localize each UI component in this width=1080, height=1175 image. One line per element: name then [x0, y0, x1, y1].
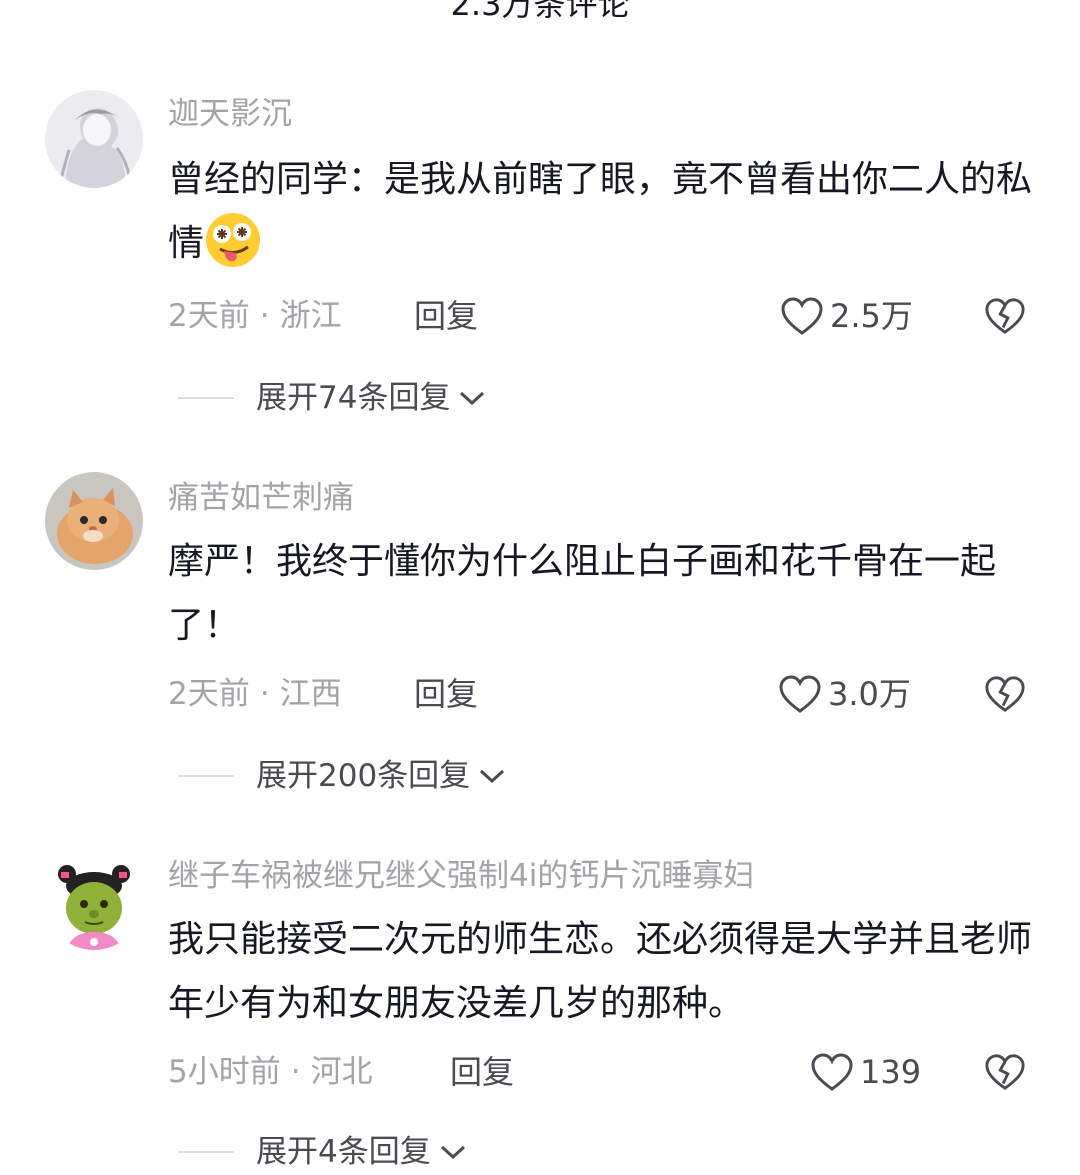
- expand-replies-button[interactable]: 展开200条回复: [178, 756, 506, 796]
- reply-button[interactable]: 回复: [414, 296, 478, 336]
- expand-replies-label: 展开74条回复: [256, 380, 451, 416]
- broken-heart-icon[interactable]: [984, 295, 1026, 337]
- comment-time: 5小时前: [168, 1054, 281, 1090]
- expand-replies-button[interactable]: 展开74条回复: [178, 378, 486, 418]
- broken-heart-icon[interactable]: [984, 1051, 1026, 1093]
- divider-line: [178, 775, 234, 777]
- reply-button[interactable]: 回复: [414, 674, 478, 714]
- like-count: 139: [860, 1053, 922, 1091]
- avatar[interactable]: [45, 472, 143, 570]
- comment-username[interactable]: 迦天影沉: [168, 94, 292, 134]
- comment-text: 曾经的同学：是我从前瞎了眼，竟不曾看出你二人的私情: [168, 148, 1048, 276]
- divider-line: [178, 397, 234, 399]
- comments-count-title: 2.3万条评论: [450, 0, 630, 23]
- comment-location: 浙江: [279, 298, 342, 334]
- comment-text: 摩严！我终于懂你为什么阻止白子画和花千骨在一起了！: [168, 541, 997, 646]
- dizzy-tongue-emoji-icon: [206, 213, 261, 267]
- like-button[interactable]: 2.5万: [780, 296, 913, 336]
- comment-meta: 5小时前 · 河北: [168, 1054, 373, 1090]
- like-button[interactable]: 139: [810, 1052, 921, 1092]
- like-count: 3.0万: [828, 675, 911, 713]
- heart-outline-icon: [781, 297, 823, 335]
- avatar[interactable]: [45, 852, 143, 950]
- comment-meta: 2天前 · 浙江: [168, 298, 342, 334]
- comment-time: 2天前: [168, 676, 250, 712]
- comment-time: 2天前: [168, 298, 250, 334]
- divider-line: [178, 1151, 234, 1153]
- reply-button[interactable]: 回复: [450, 1052, 514, 1092]
- like-count: 2.5万: [830, 297, 913, 335]
- avatar[interactable]: [45, 90, 143, 188]
- heart-outline-icon: [779, 675, 821, 713]
- comment-meta: 2天前 · 江西: [168, 676, 342, 712]
- comment-username[interactable]: 痛苦如芒刺痛: [168, 478, 354, 518]
- comment-location: 河北: [310, 1054, 373, 1090]
- expand-replies-button[interactable]: 展开4条回复: [178, 1132, 467, 1172]
- comment-username[interactable]: 继子车祸被继兄继父强制4i的钙片沉睡寡妇: [168, 856, 754, 896]
- chevron-down-icon: [480, 769, 505, 784]
- chevron-down-icon: [440, 1145, 465, 1160]
- expand-replies-label: 展开200条回复: [256, 758, 471, 794]
- broken-heart-icon[interactable]: [984, 673, 1026, 715]
- like-button[interactable]: 3.0万: [778, 674, 911, 714]
- chevron-down-icon: [460, 391, 485, 406]
- comment-location: 江西: [279, 676, 342, 712]
- comment-text: 我只能接受二次元的师生恋。还必须得是大学并且老师年少有为和女朋友没差几岁的那种。: [168, 919, 1033, 1024]
- heart-outline-icon: [811, 1053, 853, 1091]
- expand-replies-label: 展开4条回复: [256, 1134, 431, 1170]
